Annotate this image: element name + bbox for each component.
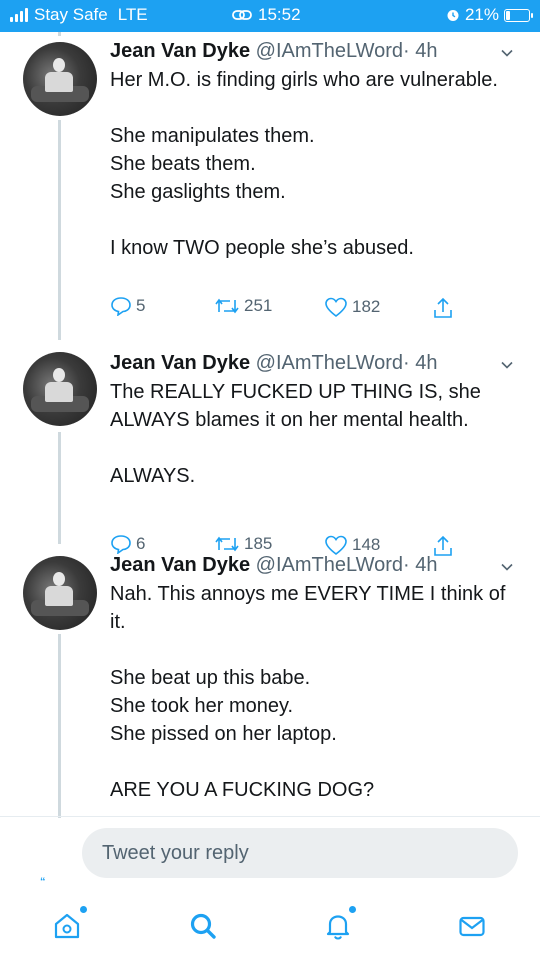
thread-line [58,432,61,544]
quote-mark: “ [40,876,46,888]
heart-icon [325,297,347,318]
tweet-header: Jean Van Dyke @IAmTheLWord· 4h [110,40,438,63]
retweet-icon [215,298,239,314]
notification-dot [349,906,356,913]
nav-notifications[interactable] [318,906,358,946]
tweet-text: The REALLY FUCKED UP THING IS, she ALWAY… [110,381,481,487]
thread-line [58,634,61,818]
author-name[interactable]: Jean Van Dyke [110,40,250,62]
retweet-count: 251 [244,296,273,315]
network-label: LTE [117,5,148,24]
reply-count: 5 [136,296,146,315]
like-button[interactable]: 182 [324,296,380,318]
tweet-time: · 4h [403,554,438,576]
author-handle[interactable]: @IAmTheLWord [256,40,403,62]
clock: 15:52 [258,5,301,24]
retweet-button[interactable]: 185 [214,534,272,554]
chevron-down-icon[interactable] [500,358,514,372]
reply-button[interactable]: 6 [110,534,145,554]
retweet-count: 185 [244,534,273,553]
tweet-time: · 4h [403,40,438,62]
messages-icon [459,916,485,937]
signal-icon [10,8,28,22]
author-handle[interactable]: @IAmTheLWord [256,554,403,576]
tweet-header: Jean Van Dyke @IAmTheLWord· 4h [110,352,438,375]
nav-home[interactable] [47,906,87,946]
battery-percent: 21% [464,5,499,24]
home-icon [54,913,80,939]
retweet-icon [215,536,239,552]
retweet-button[interactable]: 251 [214,296,272,316]
divider [0,816,540,817]
chevron-down-icon[interactable] [500,46,514,60]
author-name[interactable]: Jean Van Dyke [110,352,250,374]
bottom-nav [0,898,540,960]
reply-input[interactable]: Tweet your reply [82,828,518,878]
reply-icon [111,297,131,316]
tweet-text: Her M.O. is finding girls who are vulner… [110,69,498,259]
reply-count: 6 [136,534,146,553]
author-handle[interactable]: @IAmTheLWord [256,352,403,374]
reply-icon [111,535,131,554]
like-button[interactable]: 148 [324,534,380,556]
chevron-down-icon[interactable] [500,560,514,574]
notification-dot [80,906,87,913]
status-right: 21% [446,5,533,25]
alarm-icon [447,10,459,21]
carrier-label: Stay Safe [34,5,108,24]
share-icon [434,297,452,318]
tweet-time: · 4h [403,352,438,374]
link-icon [232,10,252,20]
avatar[interactable] [23,42,97,116]
battery-icon [504,8,533,22]
share-button[interactable] [432,296,454,320]
thread-line [58,32,61,36]
tweet-header: Jean Van Dyke @IAmTheLWord· 4h [110,554,438,577]
status-bar: Stay Safe LTE 15:52 21% [0,0,540,32]
nav-search[interactable] [183,906,223,946]
search-icon [190,913,216,939]
avatar[interactable] [23,556,97,630]
notifications-icon [326,915,350,940]
nav-messages[interactable] [452,906,492,946]
heart-icon [325,535,347,556]
reply-placeholder: Tweet your reply [102,841,249,864]
reply-button[interactable]: 5 [110,296,145,316]
status-left: Stay Safe LTE [10,5,148,25]
author-name[interactable]: Jean Van Dyke [110,554,250,576]
like-count: 148 [352,535,381,554]
like-count: 182 [352,297,381,316]
tweet-actions: 5 251 182 [110,296,470,322]
avatar[interactable] [23,352,97,426]
status-center: 15:52 [232,5,301,25]
tweet-text: Nah. This annoys me EVERY TIME I think o… [110,583,506,801]
thread-line [58,120,61,340]
